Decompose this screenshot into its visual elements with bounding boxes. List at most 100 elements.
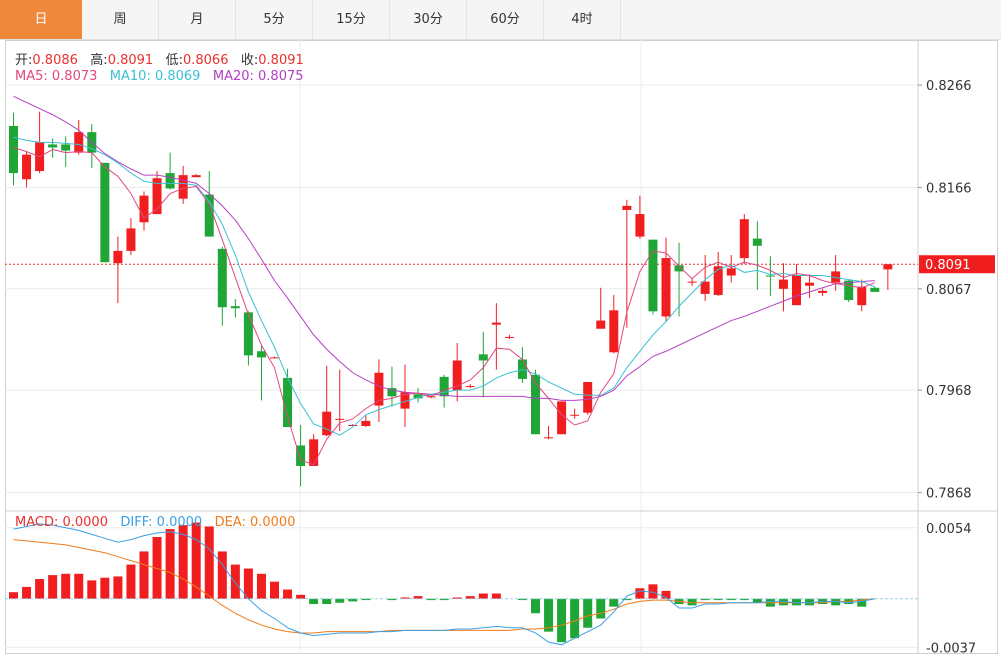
candle-body — [648, 239, 658, 312]
open-label: 开: — [15, 53, 33, 68]
high-value: 0.8091 — [107, 53, 154, 68]
price-axis-label: 0.7968 — [926, 384, 972, 399]
macd-bar — [126, 564, 136, 599]
open-value: 0.8086 — [32, 53, 78, 68]
macd-bar — [230, 564, 240, 599]
candle-body — [9, 126, 18, 174]
candle-body — [22, 154, 32, 180]
candle-body — [844, 280, 854, 301]
macd-bar — [531, 598, 540, 614]
moving-average-lines — [13, 95, 875, 466]
macd-bar — [35, 579, 45, 599]
candlestick-chart[interactable]: 0.8266 0.8166 0.8067 0.7968 0.7868 0.0054 -0.… — [0, 0, 1001, 656]
macd-bar — [296, 594, 306, 599]
candle-body — [48, 144, 58, 148]
high-label: 高: — [90, 53, 108, 68]
macd-bar — [609, 598, 619, 607]
macd-bar — [87, 580, 97, 599]
candle-body — [283, 377, 293, 428]
macd-bar — [74, 573, 84, 599]
macd-panel — [5, 522, 918, 646]
candle-body — [765, 275, 775, 277]
candle-body — [348, 424, 358, 426]
macd-bar — [61, 573, 71, 599]
ohlc-info: 开:0.8086 高:0.8091 低:0.8066 收:0.8091 — [15, 49, 304, 68]
macd-bar — [48, 575, 58, 599]
macd-bar — [204, 526, 214, 599]
low-value: 0.8066 — [182, 53, 229, 68]
candle-body — [622, 205, 632, 210]
candle-body — [113, 250, 123, 264]
candle-body — [100, 162, 110, 263]
close-value: 0.8091 — [258, 53, 304, 68]
low-label: 低: — [165, 53, 183, 68]
macd-bar — [583, 598, 593, 628]
candle-body — [217, 248, 227, 308]
macd-bar — [270, 581, 279, 599]
ma5-line — [13, 147, 875, 466]
candle-body — [256, 351, 266, 358]
candle-body — [687, 281, 697, 283]
candle-body — [491, 322, 501, 325]
price-axis-label: 0.8166 — [926, 181, 972, 196]
macd-bar — [491, 593, 501, 599]
candle-body — [752, 238, 762, 246]
candle-body — [243, 312, 253, 356]
candle-body — [270, 357, 279, 359]
macd-bar — [178, 525, 188, 599]
candle-body — [439, 376, 449, 397]
macd-bar — [217, 551, 227, 599]
ma10-label: MA10: 0.8069 — [109, 69, 201, 84]
candle-body — [792, 275, 801, 306]
candles — [9, 111, 893, 487]
price-axis-label: 0.7868 — [926, 487, 972, 502]
macd-info: MACD: 0.0000 DIFF: 0.0000 DEA: 0.0000 — [15, 515, 295, 530]
macd-bar — [596, 598, 606, 619]
macd-bar — [283, 589, 293, 599]
macd-bar — [9, 592, 18, 599]
candle-body — [635, 214, 645, 237]
diff-label: DIFF: 0.0000 — [120, 515, 203, 530]
macd-label: MACD: 0.0000 — [15, 515, 108, 530]
macd-bar — [256, 573, 266, 599]
candle-body — [335, 418, 345, 420]
ma20-label: MA20: 0.8075 — [212, 69, 304, 84]
candle-body — [661, 258, 671, 317]
macd-axis-label: 0.0054 — [926, 522, 972, 537]
macd-bar — [635, 588, 645, 599]
candle-body — [583, 381, 593, 413]
candle-body — [230, 306, 240, 309]
macd-bar — [335, 598, 345, 603]
macd-axis: 0.0054 -0.0037 — [926, 522, 976, 656]
candle-body — [818, 290, 828, 293]
candle-body — [870, 287, 880, 292]
macd-bar — [570, 598, 580, 639]
ma5-label: MA5: 0.8073 — [15, 69, 98, 84]
candle-body — [805, 282, 815, 286]
candle-body — [74, 132, 84, 153]
candle-body — [61, 144, 71, 151]
close-label: 收: — [240, 53, 259, 68]
candle-body — [361, 420, 371, 427]
candle-body — [739, 219, 749, 259]
macd-bar — [309, 598, 319, 605]
price-axis-label: 0.8266 — [926, 79, 972, 94]
candle-body — [204, 194, 214, 237]
candle-body — [165, 173, 175, 189]
candle-body — [778, 279, 788, 289]
candle-body — [544, 437, 554, 439]
price-axis-label: 0.8067 — [926, 283, 972, 298]
macd-bar — [478, 593, 488, 599]
candle-body — [609, 310, 619, 353]
macd-bar — [557, 598, 567, 643]
candle-body — [596, 320, 606, 329]
candle-body — [191, 175, 201, 178]
macd-axis-label: -0.0037 — [926, 641, 976, 656]
ma-info: MA5: 0.8073 MA10: 0.8069 MA20: 0.8075 — [15, 69, 304, 84]
candle-body — [883, 264, 893, 270]
candle-body — [570, 414, 580, 416]
candle-body — [465, 386, 475, 388]
price-axis: 0.8266 0.8166 0.8067 0.7968 0.7868 — [918, 79, 972, 502]
macd-bar — [139, 551, 149, 599]
candle-body — [322, 411, 332, 436]
